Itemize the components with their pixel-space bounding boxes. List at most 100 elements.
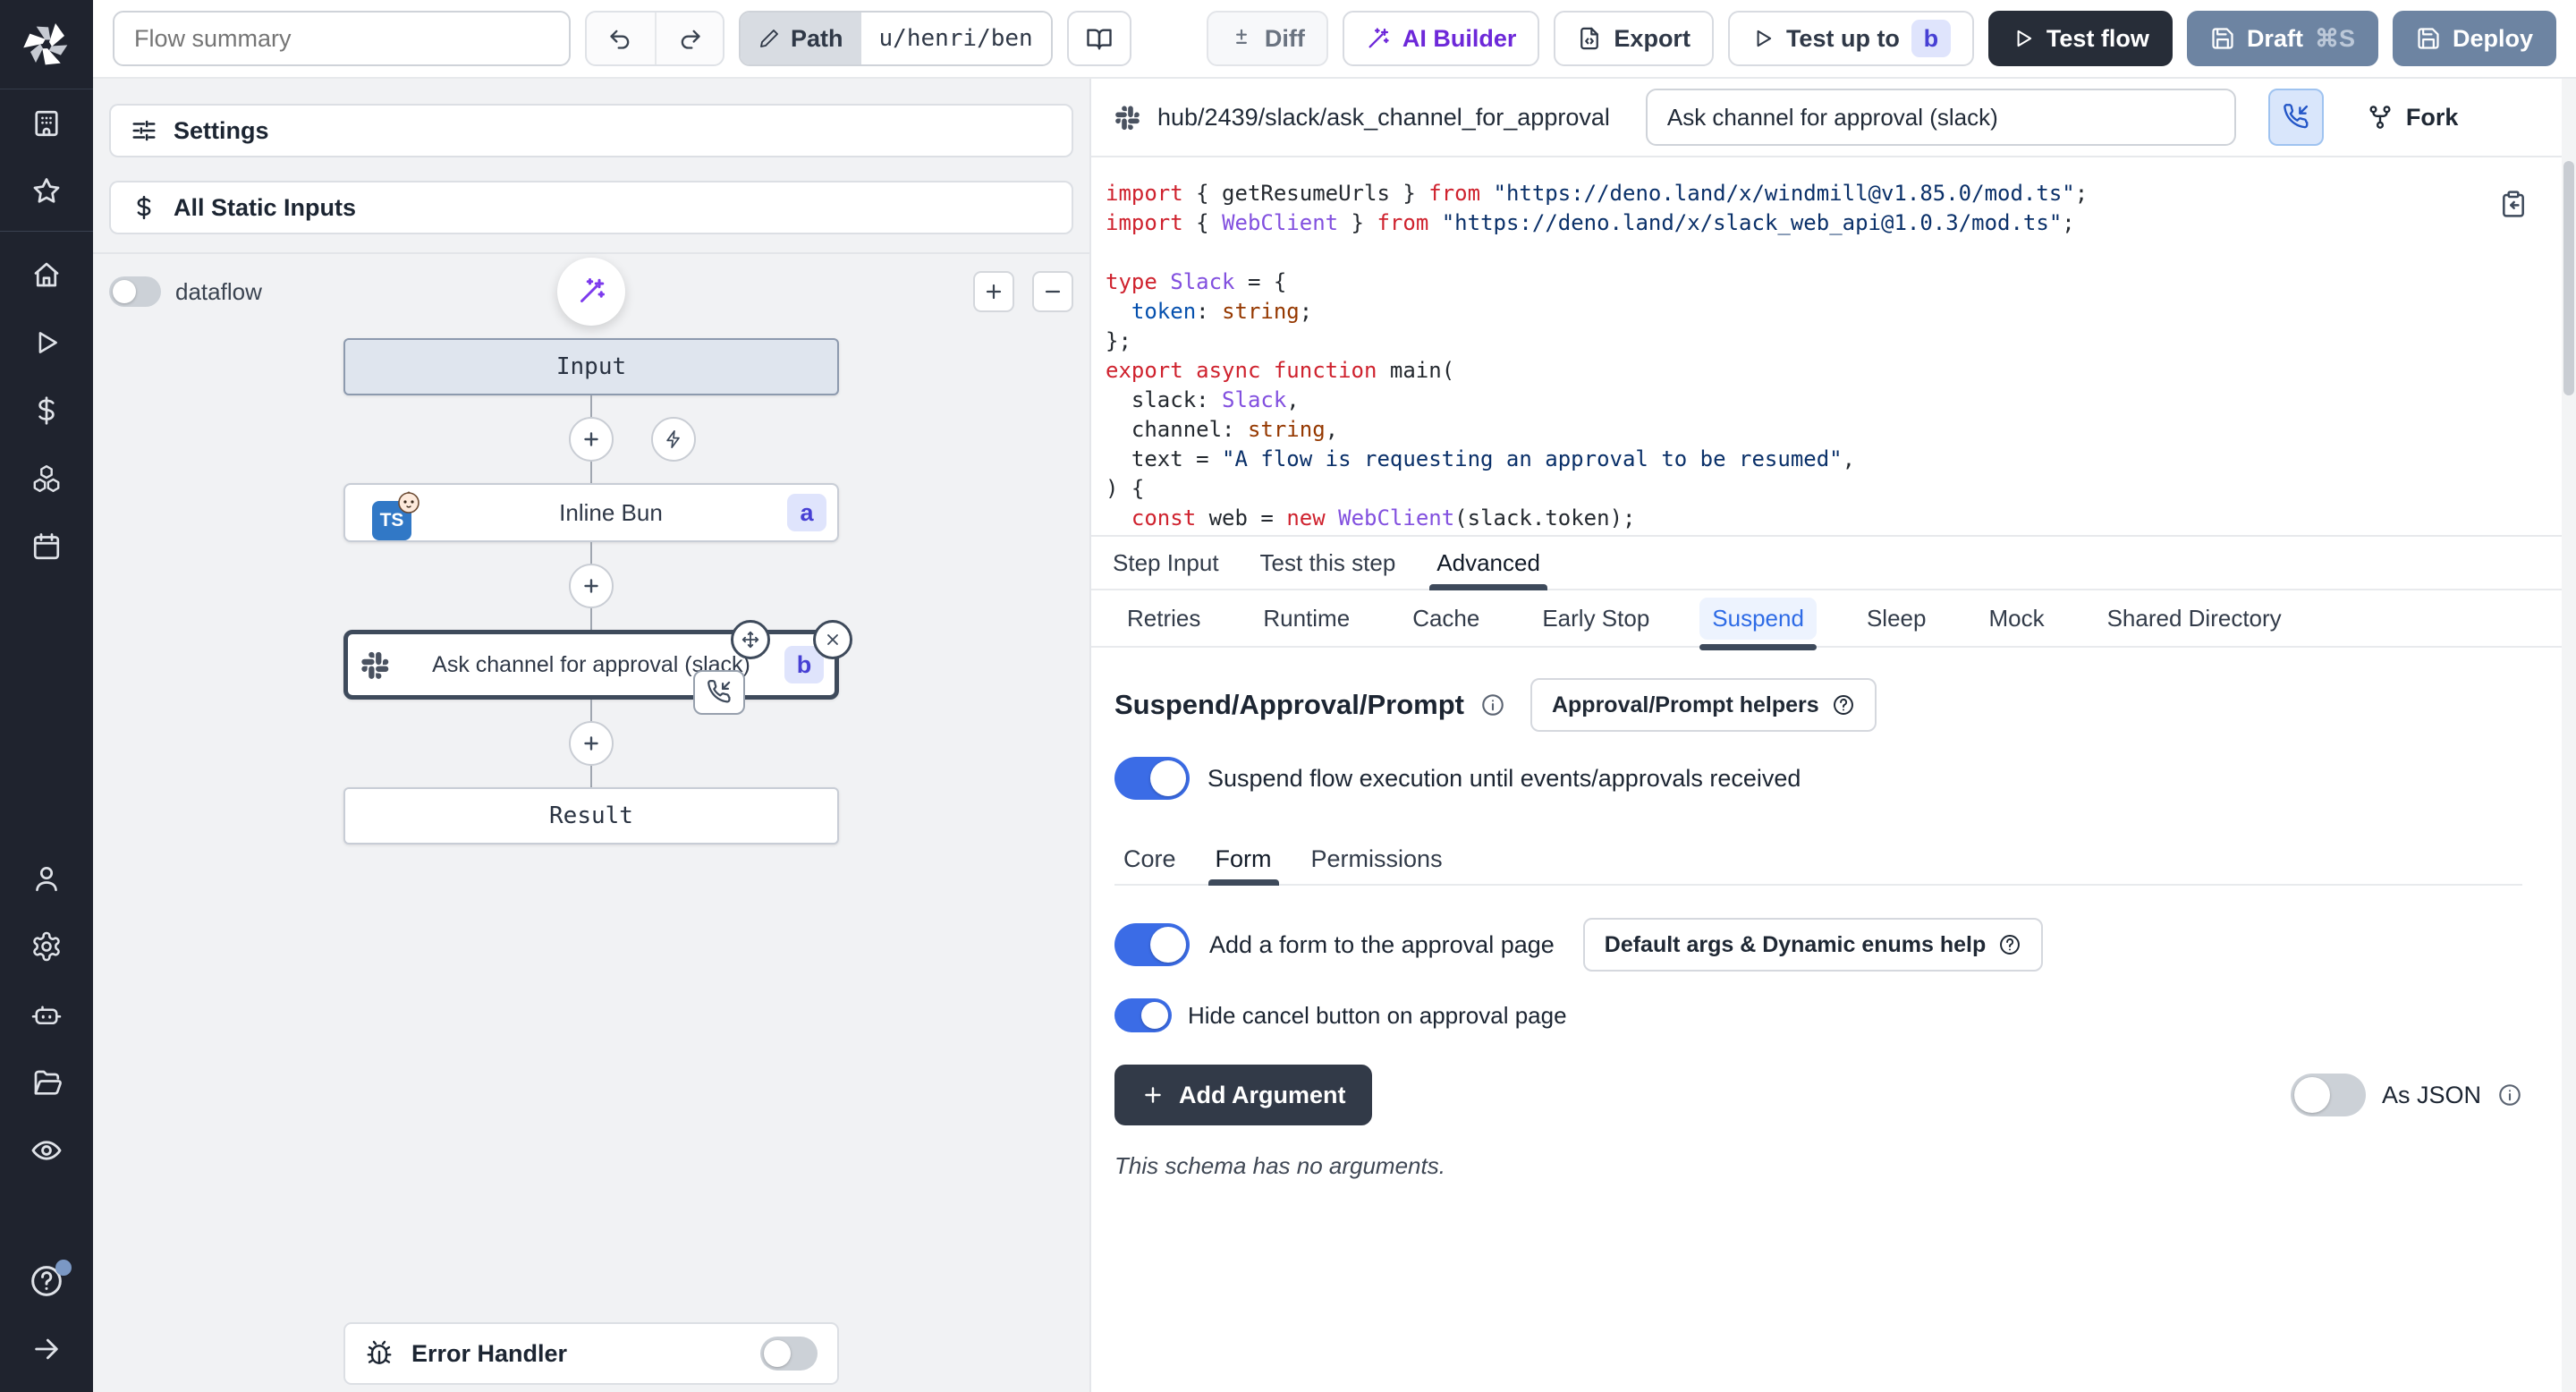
hub-script-path[interactable]: hub/2439/slack/ask_channel_for_approval xyxy=(1114,103,1610,132)
plus-circle-icon xyxy=(580,575,602,597)
deploy-button[interactable]: Deploy xyxy=(2393,11,2556,66)
input-node-label: Input xyxy=(345,353,837,380)
default-args-help-button[interactable]: Default args & Dynamic enums help xyxy=(1583,918,2044,972)
sidebar-item-workers[interactable] xyxy=(0,980,93,1048)
export-button[interactable]: Export xyxy=(1554,11,1714,66)
advanced-tab-runtime[interactable]: Runtime xyxy=(1250,598,1362,640)
sidebar-item-users[interactable] xyxy=(0,845,93,912)
ai-flow-wand-button[interactable] xyxy=(557,258,625,326)
approval-prompt-helpers-button[interactable]: Approval/Prompt helpers xyxy=(1530,678,1877,732)
path-button[interactable]: Path xyxy=(741,13,861,64)
topbar: Path u/henri/ben Diff AI Builder Expo xyxy=(93,0,2576,79)
close-icon xyxy=(824,631,842,649)
clipboard-copy-icon xyxy=(2499,190,2528,218)
add-argument-button[interactable]: Add Argument xyxy=(1114,1065,1372,1125)
left-rail xyxy=(0,0,93,1392)
graph-node-inline-bun[interactable]: TS Inline Bun a xyxy=(343,483,839,542)
draft-label: Draft xyxy=(2247,25,2303,53)
info-circle-icon[interactable] xyxy=(2497,1082,2522,1108)
suspend-flow-toggle[interactable] xyxy=(1114,757,1190,800)
advanced-tab-early-stop[interactable]: Early Stop xyxy=(1530,598,1662,640)
fork-button[interactable]: Fork xyxy=(2367,104,2459,132)
suspend-tab-form[interactable]: Form xyxy=(1216,834,1272,884)
sidebar-item-home[interactable] xyxy=(0,241,93,309)
add-argument-label: Add Argument xyxy=(1179,1082,1345,1109)
code-editor[interactable]: import { getResumeUrls } from "https://d… xyxy=(1091,157,2576,537)
play-icon xyxy=(31,327,62,358)
graph-edge xyxy=(343,542,839,630)
error-handler-toggle[interactable] xyxy=(760,1337,818,1371)
tab-test-this-step[interactable]: Test this step xyxy=(1260,537,1396,589)
all-static-inputs-label: All Static Inputs xyxy=(174,194,356,222)
sidebar-item-settings[interactable] xyxy=(0,912,93,980)
flow-panel: Settings All Static Inputs dataflow xyxy=(93,79,1091,1392)
flow-summary-input[interactable] xyxy=(113,11,571,66)
sidebar-item-resources[interactable] xyxy=(0,445,93,513)
test-flow-button[interactable]: Test flow xyxy=(1988,11,2173,66)
scrollbar-thumb[interactable] xyxy=(2563,161,2574,395)
ai-builder-button[interactable]: AI Builder xyxy=(1343,11,1540,66)
sidebar-item-variables[interactable] xyxy=(0,377,93,445)
suspend-tab-permissions[interactable]: Permissions xyxy=(1311,834,1443,884)
suspend-active-button[interactable] xyxy=(2268,89,2324,146)
docs-button[interactable] xyxy=(1067,11,1131,66)
add-form-toggle[interactable] xyxy=(1114,923,1190,966)
advanced-tab-sleep[interactable]: Sleep xyxy=(1854,598,1939,640)
advanced-tabs: Retries Runtime Cache Early Stop Suspend Slee… xyxy=(1091,590,2576,648)
redo-button[interactable] xyxy=(655,13,723,64)
suspend-tab-core[interactable]: Core xyxy=(1123,834,1176,884)
sidebar-item-audit[interactable] xyxy=(0,1116,93,1184)
test-up-to-button[interactable]: Test up to b xyxy=(1728,11,1974,66)
copy-code-button[interactable] xyxy=(2499,190,2528,218)
insert-step-button[interactable] xyxy=(569,564,614,608)
phone-incoming-icon xyxy=(2283,104,2309,131)
move-icon xyxy=(741,630,760,649)
test-up-to-label: Test up to xyxy=(1786,25,1900,53)
flow-settings-card[interactable]: Settings xyxy=(109,104,1073,157)
advanced-tab-shared-directory[interactable]: Shared Directory xyxy=(2095,598,2294,640)
sidebar-item-folders[interactable] xyxy=(0,1048,93,1116)
all-static-inputs-card[interactable]: All Static Inputs xyxy=(109,181,1073,234)
diff-button[interactable]: Diff xyxy=(1207,11,1328,66)
undo-button[interactable] xyxy=(587,13,655,64)
tab-advanced[interactable]: Advanced xyxy=(1436,537,1540,589)
windmill-logo[interactable] xyxy=(0,0,93,89)
sidebar-item-runs[interactable] xyxy=(0,309,93,377)
zoom-out-button[interactable] xyxy=(1032,271,1073,312)
graph-node-result[interactable]: Result xyxy=(343,787,839,845)
deploy-label: Deploy xyxy=(2453,25,2533,53)
sidebar-item-schedules[interactable] xyxy=(0,513,93,581)
graph-node-ask-channel[interactable]: Ask channel for approval (slack) b xyxy=(343,630,839,700)
path-button-group[interactable]: Path u/henri/ben xyxy=(739,11,1053,66)
arrow-right-icon xyxy=(31,1334,62,1364)
hide-cancel-toggle[interactable] xyxy=(1114,998,1172,1032)
draft-shortcut: ⌘S xyxy=(2315,25,2355,53)
sidebar-item-workspace[interactable] xyxy=(0,89,93,157)
add-trigger-button[interactable] xyxy=(651,417,696,462)
tab-step-input[interactable]: Step Input xyxy=(1113,537,1219,589)
zoom-in-button[interactable] xyxy=(973,271,1014,312)
sidebar-item-help[interactable] xyxy=(0,1247,93,1315)
advanced-tab-mock[interactable]: Mock xyxy=(1976,598,2056,640)
flow-cards: Settings All Static Inputs xyxy=(93,79,1089,254)
draft-button[interactable]: Draft ⌘S xyxy=(2187,11,2378,66)
advanced-tab-cache[interactable]: Cache xyxy=(1400,598,1492,640)
move-step-button[interactable] xyxy=(731,620,770,659)
graph-node-input[interactable]: Input xyxy=(343,338,839,395)
step-header: hub/2439/slack/ask_channel_for_approval … xyxy=(1091,79,2576,157)
delete-step-button[interactable] xyxy=(813,620,852,659)
insert-step-button[interactable] xyxy=(569,721,614,766)
dataflow-toggle[interactable] xyxy=(109,276,161,307)
plus-icon xyxy=(983,281,1004,302)
info-circle-icon[interactable] xyxy=(1480,692,1505,717)
lightning-icon xyxy=(664,429,683,449)
sidebar-item-favorites[interactable] xyxy=(0,157,93,225)
path-value[interactable]: u/henri/ben xyxy=(861,13,1051,64)
as-json-toggle[interactable] xyxy=(2291,1074,2366,1116)
advanced-tab-suspend[interactable]: Suspend xyxy=(1699,598,1817,640)
step-name-input[interactable] xyxy=(1646,89,2236,146)
advanced-tab-retries[interactable]: Retries xyxy=(1114,598,1213,640)
sidebar-expand-button[interactable] xyxy=(0,1315,93,1383)
panel-scrollbar[interactable] xyxy=(2562,79,2576,1392)
insert-step-button[interactable] xyxy=(569,417,614,462)
